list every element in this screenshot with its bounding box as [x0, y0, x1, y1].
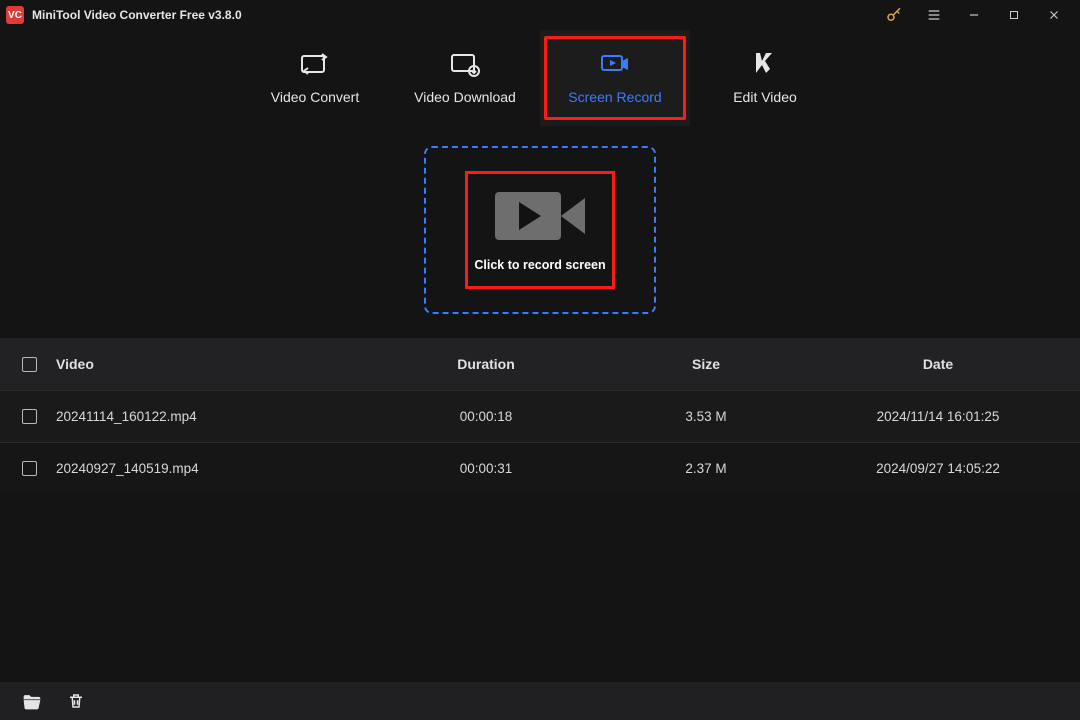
- close-button[interactable]: [1034, 0, 1074, 30]
- cell-duration: 00:00:18: [376, 409, 596, 424]
- tab-video-convert[interactable]: Video Convert: [240, 30, 390, 126]
- cell-date: 2024/11/14 16:01:25: [816, 409, 1060, 424]
- app-window: VC MiniTool Video Converter Free v3.8.0 …: [0, 0, 1080, 720]
- tab-label: Edit Video: [733, 89, 797, 105]
- col-duration: Duration: [376, 356, 596, 372]
- row-checkbox[interactable]: [22, 461, 37, 476]
- tab-screen-record[interactable]: Screen Record: [540, 30, 690, 126]
- camera-icon: [495, 188, 585, 244]
- edit-video-icon: [748, 51, 782, 77]
- col-size: Size: [596, 356, 816, 372]
- cell-duration: 00:00:31: [376, 461, 596, 476]
- cell-date: 2024/09/27 14:05:22: [816, 461, 1060, 476]
- tab-label: Video Download: [414, 89, 516, 105]
- tab-label: Video Convert: [271, 89, 359, 105]
- titlebar: VC MiniTool Video Converter Free v3.8.0: [0, 0, 1080, 30]
- col-video: Video: [56, 356, 376, 372]
- tab-label: Screen Record: [568, 89, 661, 105]
- select-all-checkbox[interactable]: [22, 357, 37, 372]
- table-header: Video Duration Size Date: [0, 338, 1080, 390]
- tab-edit-video[interactable]: Edit Video: [690, 30, 840, 126]
- cell-size: 2.37 M: [596, 461, 816, 476]
- top-nav: Video Convert Video Download Screen Reco…: [0, 30, 1080, 126]
- maximize-button[interactable]: [994, 0, 1034, 30]
- menu-button[interactable]: [914, 0, 954, 30]
- cell-video: 20241114_160122.mp4: [56, 409, 376, 424]
- table-row[interactable]: 20241114_160122.mp4 00:00:18 3.53 M 2024…: [0, 390, 1080, 442]
- app-title: MiniTool Video Converter Free v3.8.0: [32, 8, 874, 22]
- upgrade-key-button[interactable]: [874, 0, 914, 30]
- col-date: Date: [816, 356, 1060, 372]
- minimize-button[interactable]: [954, 0, 994, 30]
- footer-toolbar: [0, 682, 1080, 720]
- cell-size: 3.53 M: [596, 409, 816, 424]
- download-icon: [448, 51, 482, 77]
- record-cta-label: Click to record screen: [474, 258, 605, 272]
- highlight-box: [544, 36, 686, 120]
- row-checkbox[interactable]: [22, 409, 37, 424]
- screen-record-icon: [598, 51, 632, 77]
- record-dropzone: Click to record screen: [424, 146, 656, 314]
- cell-video: 20240927_140519.mp4: [56, 461, 376, 476]
- open-folder-button[interactable]: [22, 691, 42, 711]
- convert-icon: [298, 51, 332, 77]
- app-logo-icon: VC: [6, 6, 24, 24]
- tab-video-download[interactable]: Video Download: [390, 30, 540, 126]
- delete-button[interactable]: [66, 691, 86, 711]
- table-row[interactable]: 20240927_140519.mp4 00:00:31 2.37 M 2024…: [0, 442, 1080, 494]
- record-panel: Click to record screen: [0, 126, 1080, 338]
- record-screen-button[interactable]: Click to record screen: [465, 171, 615, 289]
- recordings-table: Video Duration Size Date 20241114_160122…: [0, 338, 1080, 682]
